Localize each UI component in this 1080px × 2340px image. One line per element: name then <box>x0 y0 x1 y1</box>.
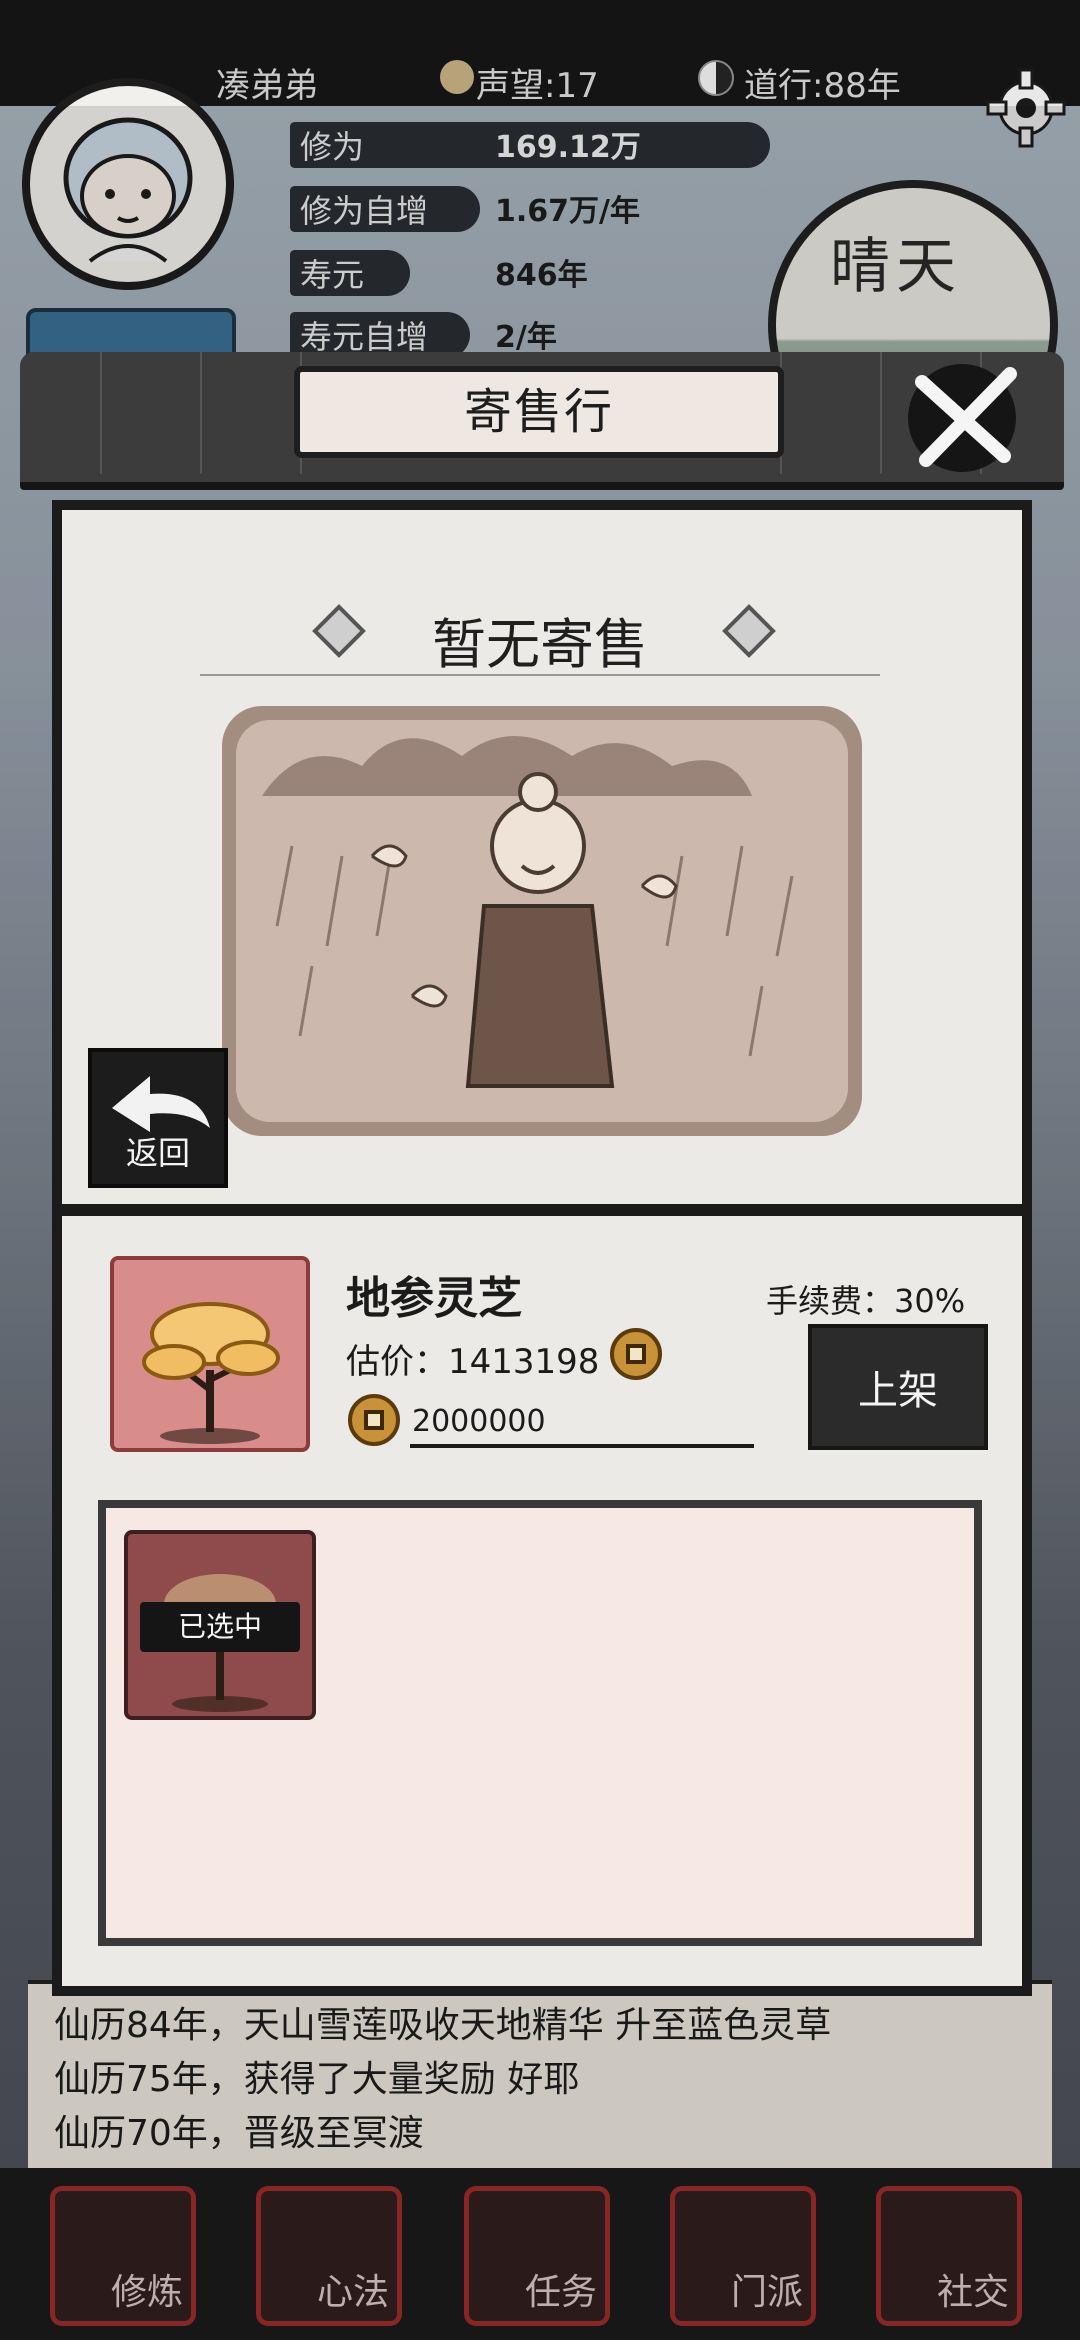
modal-title: 寄售行 <box>463 384 614 440</box>
item-name: 地参灵芝 <box>346 1273 522 1324</box>
price-input[interactable] <box>410 1398 754 1448</box>
player-name: 凑弟弟 <box>216 66 318 106</box>
empty-state-illustration <box>222 706 862 1136</box>
roof-tile-line <box>100 352 102 474</box>
empty-state-title: 暂无寄售 <box>432 613 648 676</box>
dao-years-text: 道行:88年 <box>744 66 901 106</box>
close-button[interactable] <box>900 360 1030 476</box>
fee-text: 手续费：30% <box>766 1282 966 1320</box>
reputation-text: 声望:17 <box>476 66 599 106</box>
coin-icon <box>610 1328 662 1380</box>
section-divider <box>52 1204 1032 1216</box>
close-icon <box>908 364 1017 472</box>
lingzhi-icon <box>142 1302 280 1444</box>
list-for-sale-button[interactable]: 上架 <box>812 1328 984 1446</box>
selected-badge: 已选中 <box>140 1602 300 1652</box>
roof-tile-line <box>880 352 882 474</box>
coin-icon <box>348 1394 400 1446</box>
item-appraisal: 估价：1413198 <box>346 1342 600 1382</box>
yin-yang-icon <box>698 60 734 96</box>
medal-icon <box>440 60 474 94</box>
modal-title-plaque: 寄售行 <box>294 366 784 458</box>
roof-tile-line <box>200 352 202 474</box>
title-divider <box>200 674 880 676</box>
back-label: 返回 <box>125 1135 190 1171</box>
item-icon <box>110 1256 310 1452</box>
back-button[interactable]: 返回 <box>88 1048 228 1188</box>
